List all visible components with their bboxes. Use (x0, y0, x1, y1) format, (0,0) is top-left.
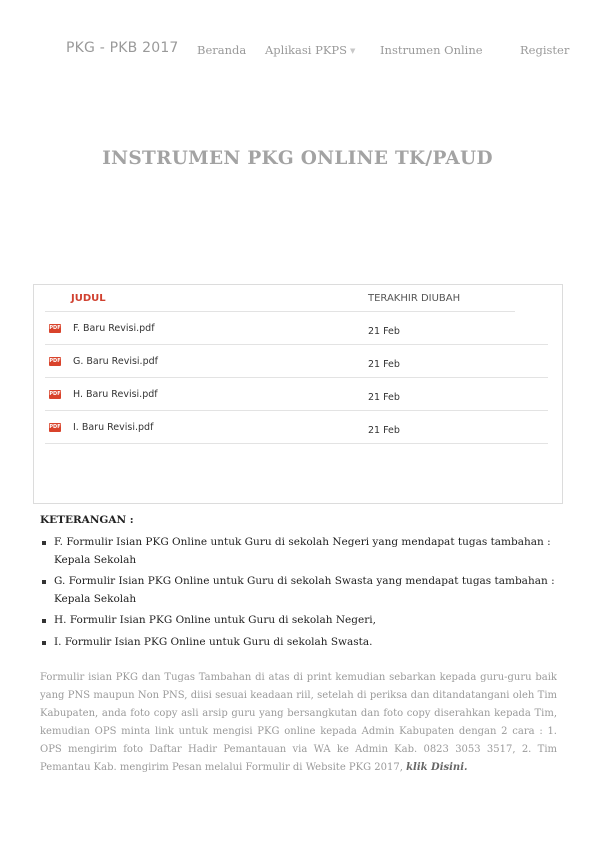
pdf-file-icon: PDF (49, 423, 61, 432)
instructions-text: Formulir isian PKG dan Tugas Tambahan di… (40, 672, 557, 773)
file-row[interactable]: PDF G. Baru Revisi.pdf 21 Feb (45, 345, 548, 378)
file-name-link[interactable]: F. Baru Revisi.pdf (73, 323, 155, 334)
keterangan-heading: KETERANGAN : (40, 514, 134, 526)
file-list-panel: JUDUL TERAKHIR DIUBAH PDF F. Baru Revisi… (33, 284, 563, 504)
file-name-link[interactable]: G. Baru Revisi.pdf (73, 356, 158, 367)
file-name-link[interactable]: I. Baru Revisi.pdf (73, 422, 153, 433)
file-modified-date: 21 Feb (368, 425, 400, 436)
nav-item-aplikasi-label: Aplikasi PKPS (265, 43, 348, 57)
file-modified-date: 21 Feb (368, 326, 400, 337)
nav-item-instrumen-online[interactable]: Instrumen Online (380, 43, 483, 57)
pdf-file-icon: PDF (49, 390, 61, 399)
nav-item-register[interactable]: Register (520, 43, 569, 57)
file-modified-date: 21 Feb (368, 359, 400, 370)
file-name-link[interactable]: H. Baru Revisi.pdf (73, 389, 158, 400)
list-item: G. Formulir Isian PKG Online untuk Guru … (40, 573, 560, 608)
chevron-down-icon: ▼ (350, 47, 356, 55)
list-item: F. Formulir Isian PKG Online untuk Guru … (40, 534, 560, 569)
file-list-header: JUDUL TERAKHIR DIUBAH (45, 285, 515, 312)
site-brand[interactable]: PKG - PKB 2017 (66, 40, 179, 56)
column-header-title[interactable]: JUDUL (71, 293, 106, 304)
file-row[interactable]: PDF F. Baru Revisi.pdf 21 Feb (45, 312, 548, 345)
klik-disini-link[interactable]: klik Disini. (406, 762, 467, 773)
page-title: INSTRUMEN PKG ONLINE TK/PAUD (102, 148, 493, 169)
instructions-paragraph: Formulir isian PKG dan Tugas Tambahan di… (40, 669, 557, 777)
column-header-modified[interactable]: TERAKHIR DIUBAH (368, 293, 460, 304)
pdf-file-icon: PDF (49, 357, 61, 366)
file-row[interactable]: PDF I. Baru Revisi.pdf 21 Feb (45, 411, 548, 444)
top-navigation: PKG - PKB 2017 Beranda Aplikasi PKPS ▼ In… (0, 40, 595, 60)
file-modified-date: 21 Feb (368, 392, 400, 403)
nav-item-aplikasi-pkps[interactable]: Aplikasi PKPS ▼ (265, 43, 355, 57)
file-row[interactable]: PDF H. Baru Revisi.pdf 21 Feb (45, 378, 548, 411)
list-item: I. Formulir Isian PKG Online untuk Guru … (40, 634, 560, 652)
list-item: H. Formulir Isian PKG Online untuk Guru … (40, 612, 560, 630)
nav-item-beranda[interactable]: Beranda (197, 43, 246, 57)
keterangan-list: F. Formulir Isian PKG Online untuk Guru … (40, 534, 560, 655)
pdf-file-icon: PDF (49, 324, 61, 333)
